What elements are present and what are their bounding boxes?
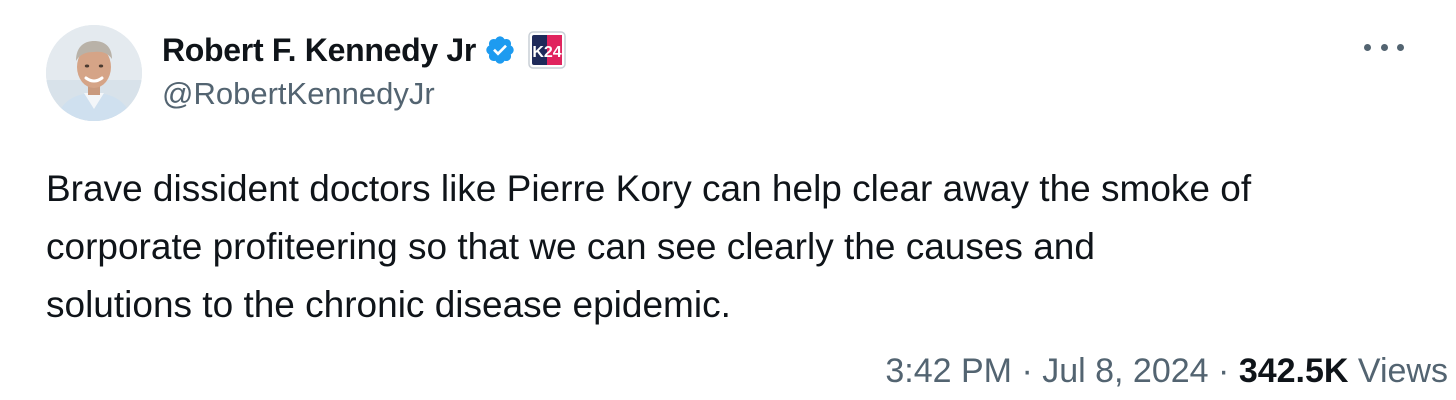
profile-photo-icon: [46, 25, 142, 121]
affiliate-badge-icon[interactable]: K24: [528, 31, 566, 69]
tweet-time[interactable]: 3:42 PM: [885, 352, 1012, 390]
more-dot: [1380, 43, 1388, 51]
tweet-text: Brave dissident doctors like Pierre Kory…: [46, 160, 1426, 334]
tweet-text-line: solutions to the chronic disease epidemi…: [46, 284, 731, 325]
avatar[interactable]: [46, 25, 142, 121]
meta-separator: ·: [1218, 352, 1230, 390]
author-display-name[interactable]: Robert F. Kennedy Jr: [162, 32, 476, 69]
meta-separator: ·: [1021, 352, 1033, 390]
views-count[interactable]: 342.5K: [1239, 352, 1349, 390]
author-handle[interactable]: @RobertKennedyJr: [162, 76, 435, 112]
more-horizontal-icon[interactable]: [1364, 32, 1404, 62]
tweet-meta: 3:42 PM · Jul 8, 2024 · 342.5K Views: [885, 352, 1448, 391]
views-label[interactable]: Views: [1358, 352, 1448, 390]
badge-text: K24: [532, 44, 561, 61]
author-name-row: Robert F. Kennedy Jr K24: [162, 28, 566, 72]
more-dot: [1397, 43, 1404, 51]
tweet-text-line: corporate profiteering so that we can se…: [46, 226, 1095, 267]
tweet-text-line: Brave dissident doctors like Pierre Kory…: [46, 168, 1252, 209]
more-dot: [1364, 43, 1371, 51]
verified-check-icon[interactable]: [484, 34, 516, 66]
tweet-date[interactable]: Jul 8, 2024: [1042, 352, 1208, 390]
